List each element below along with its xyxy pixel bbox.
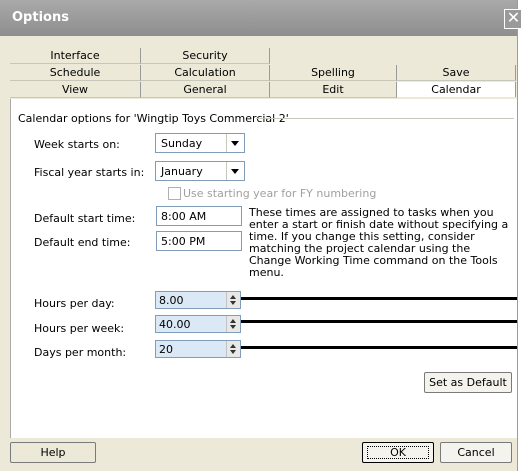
default-start-time-input[interactable]: 8:00 AM [156, 206, 242, 226]
hours-per-week-value: 40.00 [159, 318, 191, 331]
hours-per-week-label: Hours per week: [34, 322, 125, 335]
fiscal-year-label: Fiscal year starts in: [34, 166, 145, 179]
tab-general[interactable]: General [141, 82, 270, 98]
default-start-time-value: 8:00 AM [161, 210, 207, 223]
chevron-down-icon[interactable] [226, 162, 244, 180]
title-bar: Options [0, 0, 517, 36]
days-per-month-spinner[interactable]: 20 [155, 340, 241, 358]
days-per-month-value: 20 [159, 343, 173, 356]
ok-button[interactable]: OK [362, 442, 434, 463]
days-per-month-label: Days per month: [34, 346, 127, 359]
default-end-time-value: 5:00 PM [161, 235, 206, 248]
group-divider [256, 118, 514, 119]
tab-save[interactable]: Save [397, 65, 516, 81]
week-starts-value: Sunday [161, 137, 203, 150]
hours-per-day-spinner[interactable]: 8.00 [155, 291, 241, 309]
tab-schedule[interactable]: Schedule [10, 65, 141, 81]
default-end-time-input[interactable]: 5:00 PM [156, 231, 242, 251]
default-start-time-label: Default start time: [34, 212, 136, 225]
focus-rect [367, 446, 429, 459]
tab-security[interactable]: Security [141, 48, 270, 64]
spinner-arrows-icon[interactable] [226, 292, 240, 308]
chevron-down-icon[interactable] [226, 134, 244, 152]
fiscal-year-value: January [161, 165, 203, 178]
week-starts-label: Week starts on: [34, 138, 120, 151]
week-starts-select[interactable]: Sunday [155, 133, 245, 153]
hours-per-week-spinner[interactable]: 40.00 [155, 315, 241, 333]
help-button[interactable]: Help [10, 442, 96, 463]
spinner-arrows-icon[interactable] [226, 316, 240, 332]
close-icon[interactable]: ✕ [504, 9, 521, 29]
tab-view[interactable]: View [10, 82, 141, 98]
group-label: Calendar options for 'Wingtip Toys Comme… [18, 112, 289, 125]
hours-per-day-line [241, 297, 517, 300]
options-dialog: Options ✕ Interface Security Schedule Ca… [0, 0, 521, 471]
tab-spelling[interactable]: Spelling [270, 65, 397, 81]
spinner-arrows-icon[interactable] [226, 341, 240, 357]
hours-per-day-value: 8.00 [159, 294, 184, 307]
times-note: These times are assigned to tasks when y… [249, 206, 509, 279]
fy-numbering-label: Use starting year for FY numbering [183, 187, 377, 200]
cancel-button[interactable]: Cancel [440, 442, 512, 463]
tab-calculation[interactable]: Calculation [141, 65, 270, 81]
tab-edit[interactable]: Edit [270, 82, 397, 98]
hours-per-day-label: Hours per day: [34, 297, 115, 310]
dialog-title: Options [12, 10, 69, 25]
days-per-month-line [241, 346, 517, 349]
fy-numbering-checkbox[interactable] [168, 187, 181, 200]
tab-calendar[interactable]: Calendar [397, 82, 516, 97]
tab-interface[interactable]: Interface [10, 48, 141, 64]
default-end-time-label: Default end time: [34, 236, 131, 249]
hours-per-week-line [241, 320, 517, 323]
set-as-default-button[interactable]: Set as Default [424, 372, 512, 393]
fiscal-year-select[interactable]: January [155, 161, 245, 181]
